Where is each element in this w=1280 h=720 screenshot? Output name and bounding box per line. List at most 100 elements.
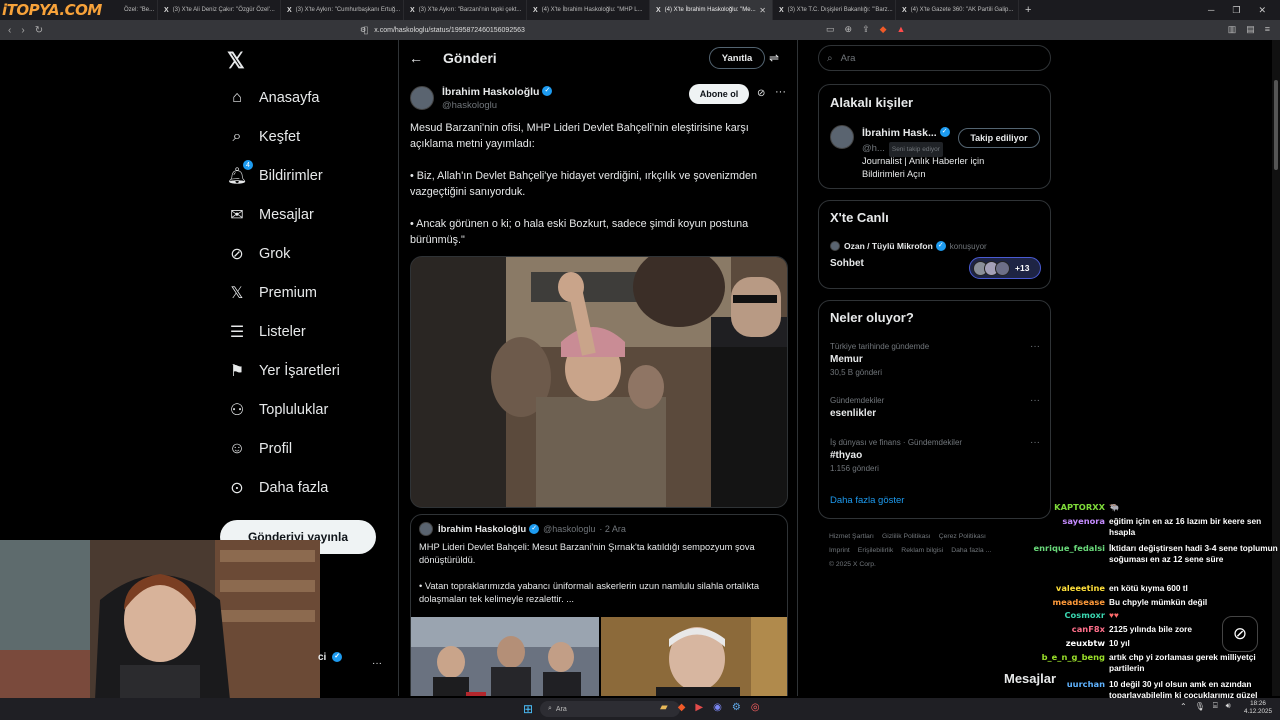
- following-button[interactable]: Takip ediliyor: [958, 128, 1040, 148]
- author-name[interactable]: İbrahim Haskoloğlu: [442, 86, 539, 98]
- browser-tab[interactable]: X (3) X'te T.C. Dışişleri Bakanlığı: "'Ba…: [773, 0, 896, 20]
- back-icon[interactable]: ‹: [8, 25, 11, 36]
- avatar[interactable]: [410, 86, 434, 110]
- taskbar-search[interactable]: ⌕ Ara: [540, 701, 680, 717]
- live-host[interactable]: Ozan / Tüylü Mikrofon ✓ konuşuyor: [830, 241, 987, 251]
- rewards-icon[interactable]: ▲: [897, 24, 906, 35]
- nav-item-profile[interactable]: ☺ Profil: [227, 437, 292, 461]
- trend-item[interactable]: Gündemdekiler esenlikler ···: [830, 394, 1040, 420]
- avatar[interactable]: [830, 125, 854, 149]
- chat-user: meadsease: [1052, 597, 1105, 607]
- show-more-link[interactable]: Daha fazla göster: [830, 495, 904, 506]
- more-icon[interactable]: ···: [1030, 340, 1040, 353]
- taskbar-clock[interactable]: 18:26 4.12.2025: [1244, 700, 1272, 716]
- footer-link[interactable]: Hizmet Şartları: [829, 533, 874, 540]
- settings-sliders-icon[interactable]: ⇌: [769, 51, 779, 65]
- browser-tab[interactable]: X (4) X'te Gazete 360: "AK Partili Galip.…: [896, 0, 1019, 20]
- volume-icon[interactable]: 🔊︎: [1226, 701, 1231, 711]
- quoted-photo: [601, 617, 787, 696]
- reload-icon[interactable]: ↻: [35, 25, 43, 36]
- footer-link[interactable]: Çerez Politikası: [939, 533, 986, 540]
- sidebar-icon[interactable]: ▥: [1228, 24, 1237, 35]
- discord-icon[interactable]: ◉: [713, 702, 722, 713]
- tray-arrow-icon[interactable]: ⌃: [1180, 702, 1187, 711]
- trend-name: #thyao: [830, 450, 863, 461]
- zoom-icon[interactable]: ⊕: [845, 24, 853, 35]
- media-icon[interactable]: ▶: [695, 702, 703, 713]
- browser-tab[interactable]: X (3) X'te Aykırı: "Barzani'nin tepki çek…: [404, 0, 527, 20]
- trend-item[interactable]: İş dünyası ve finans · Gündemdekiler #th…: [830, 436, 1040, 475]
- nav-item-home[interactable]: ⌂ Anasayfa: [227, 86, 319, 110]
- quoted-paragraph: MHP Lideri Devlet Bahçeli: Mesut Barzani…: [419, 542, 755, 565]
- mic-icon[interactable]: 🎙︎: [1195, 702, 1205, 711]
- live-listeners[interactable]: +13: [969, 257, 1041, 279]
- url-field[interactable]: x.com/haskologlu/status/1995872460156092…: [374, 27, 525, 34]
- x-logo-icon[interactable]: 𝕏: [227, 48, 245, 74]
- live-topic[interactable]: Sohbet: [830, 258, 864, 269]
- trend-context: Türkiye tarihinde gündemde: [830, 342, 930, 351]
- forward-icon[interactable]: ›: [21, 25, 24, 36]
- verified-icon: ✓: [529, 524, 540, 534]
- streamer-webcam-illustration: [0, 540, 320, 700]
- nav-item-bookmarks[interactable]: ⚑ Yer İşaretleri: [227, 359, 340, 383]
- more-icon[interactable]: ···: [1030, 394, 1040, 407]
- nav-label: Anasayfa: [259, 90, 320, 106]
- file-explorer-icon[interactable]: ▰: [660, 702, 668, 713]
- windows-start-icon[interactable]: ⊞: [523, 702, 533, 716]
- browser-tab-active[interactable]: X (4) X'te İbrahim Haskoloğlu: "Me... ✕: [650, 0, 773, 20]
- scrollbar-thumb[interactable]: [1274, 80, 1278, 170]
- brave-shield-icon[interactable]: ◆: [880, 24, 887, 35]
- screen: iTOPYA.COM Özel: "Be... X (3) X'te Ali De…: [0, 0, 1280, 720]
- back-arrow-icon[interactable]: ←: [409, 50, 423, 66]
- related-handle: @h...: [862, 143, 885, 154]
- grok-icon[interactable]: ⊘: [757, 88, 765, 99]
- browser-tab[interactable]: X (3) X'te Ali Deniz Çakır: "Özgür Özel'.…: [158, 0, 281, 20]
- tweet-photo[interactable]: [410, 256, 788, 508]
- quoted-tweet[interactable]: İbrahim Haskoloğlu ✓ @haskologlu · 2 Ara…: [410, 514, 788, 696]
- browser-tab[interactable]: X (4) X'te İbrahim Haskoloğlu: "MHP L...: [527, 0, 650, 20]
- nav-item-lists[interactable]: ☰ Listeler: [227, 320, 306, 344]
- footer-link[interactable]: Gizlilik Politikası: [882, 533, 931, 540]
- search-input[interactable]: ⌕ Ara: [818, 45, 1051, 71]
- footer-link[interactable]: Daha fazla ...: [951, 547, 991, 554]
- nav-item-messages[interactable]: ✉ Mesajlar: [227, 203, 314, 227]
- steam-icon[interactable]: ⚙: [732, 702, 741, 713]
- nav-item-grok[interactable]: ⊘ Grok: [227, 242, 290, 266]
- cast-icon[interactable]: ▭: [826, 24, 835, 35]
- trend-item[interactable]: Türkiye tarihinde gündemde Memur 30,5 B …: [830, 340, 1040, 379]
- tweet-author[interactable]: İbrahim Haskoloğlu ✓ @haskologlu: [410, 84, 553, 112]
- nav-item-premium[interactable]: 𝕏 Premium: [227, 281, 317, 305]
- nav-item-explore[interactable]: ⌕ Keşfet: [227, 125, 301, 149]
- nav-item-more[interactable]: ⊙ Daha fazla: [227, 476, 328, 500]
- brave-icon[interactable]: ◆: [678, 702, 686, 713]
- subscribe-button[interactable]: Abone ol: [689, 84, 749, 104]
- more-icon[interactable]: ···: [1030, 436, 1040, 449]
- nav-item-communities[interactable]: ⚇ Topluluklar: [227, 398, 329, 422]
- browser-tab[interactable]: X (3) X'te Aykırı: "Cumhurbaşkanı Ertuğ..…: [281, 0, 404, 20]
- restore-icon[interactable]: ❐: [1232, 5, 1240, 16]
- reply-button[interactable]: Yanıtla: [709, 47, 765, 69]
- close-tab-icon[interactable]: ✕: [759, 6, 766, 15]
- taskbar-apps: ▰ ◆ ▶ ◉ ⚙ ◎: [660, 702, 760, 713]
- related-name[interactable]: İbrahim Hask...: [862, 127, 937, 139]
- nav-item-notifications[interactable]: 🔔︎ 4 Bildirimler: [227, 160, 323, 188]
- more-icon[interactable]: ···: [775, 86, 786, 98]
- footer-link[interactable]: Reklam bilgisi: [901, 547, 943, 554]
- account-more-icon[interactable]: ···: [372, 658, 382, 669]
- quoted-author-handle: @haskologlu: [543, 524, 596, 534]
- related-person[interactable]: İbrahim Hask... ✓ @h... Seni takip ediyor: [830, 125, 950, 157]
- footer-link[interactable]: Erişilebilirlik: [858, 547, 894, 554]
- share-icon[interactable]: ⇪: [862, 24, 870, 35]
- site-settings-icon[interactable]: ⚙: [360, 26, 366, 34]
- close-window-icon[interactable]: ✕: [1258, 5, 1266, 16]
- network-icon[interactable]: ⌸: [1213, 701, 1218, 711]
- wallet-icon[interactable]: ▤: [1246, 24, 1255, 35]
- author-handle[interactable]: @haskologlu: [442, 99, 552, 112]
- obs-icon[interactable]: ◎: [751, 702, 760, 713]
- x-favicon-icon: X: [902, 6, 907, 14]
- menu-icon[interactable]: ≡: [1265, 24, 1270, 35]
- new-tab-icon[interactable]: +: [1025, 4, 1031, 16]
- minimize-icon[interactable]: ─: [1208, 5, 1214, 16]
- footer-link[interactable]: Imprint: [829, 547, 850, 554]
- browser-tab[interactable]: Özel: "Be...: [118, 0, 158, 20]
